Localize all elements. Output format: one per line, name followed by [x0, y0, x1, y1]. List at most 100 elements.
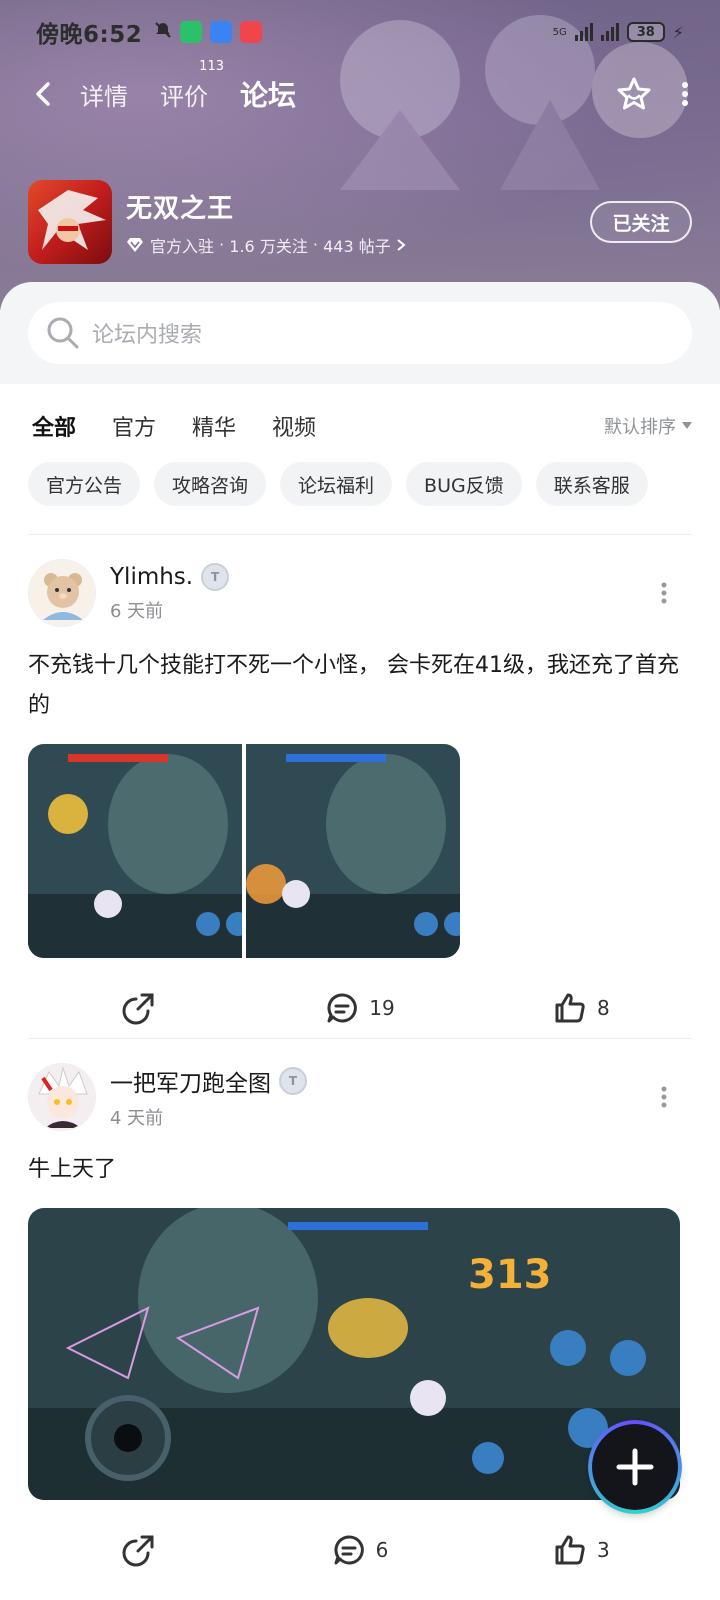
- chip-customer-service[interactable]: 联系客服: [535, 462, 648, 506]
- filter-tab-all[interactable]: 全部: [32, 410, 76, 445]
- chip-bug-report[interactable]: BUG反馈: [406, 462, 522, 506]
- post-actions: 6 3: [28, 1522, 692, 1578]
- share-icon: [122, 1535, 154, 1567]
- like-button[interactable]: 8: [471, 991, 692, 1025]
- signal-icon: [574, 23, 593, 41]
- comment-count: 19: [369, 996, 395, 1020]
- author-name[interactable]: Ylimhs. T: [110, 563, 230, 591]
- tab-reviews-label: 评价: [160, 82, 208, 111]
- status-bar: 傍晚6:52 5G 38 ⚡: [0, 0, 720, 64]
- search-placeholder: 论坛内搜索: [92, 323, 203, 348]
- post-text[interactable]: 不充钱十几个技能打不死一个小怪， 会卡死在41级，我还充了首充的: [28, 646, 692, 726]
- wechat-icon: [180, 21, 203, 43]
- post-time: 6 天前: [110, 601, 164, 622]
- post-header: 一把军刀跑全图 T 4 天前: [28, 1062, 692, 1132]
- news-app-icon: [240, 21, 263, 43]
- more-menu-icon[interactable]: [680, 80, 690, 108]
- author-block: Ylimhs. T 6 天前: [110, 563, 230, 623]
- post-images: [28, 744, 692, 958]
- status-time: 傍晚6:52: [36, 22, 143, 48]
- mute-icon: [154, 21, 172, 43]
- game-meta: 无双之王 官方入驻 · 1.6 万关注 · 443 帖子: [126, 188, 407, 257]
- top-nav: 详情 评价 113 论坛: [0, 59, 720, 124]
- post-image[interactable]: 313: [28, 1208, 680, 1500]
- thumbs-up-icon: [555, 1535, 585, 1565]
- avatar[interactable]: [28, 1063, 96, 1131]
- followers-count: 1.6 万关注: [229, 236, 308, 256]
- comment-icon: [327, 993, 358, 1023]
- post-image[interactable]: [28, 744, 242, 958]
- post-image[interactable]: [246, 744, 460, 958]
- like-button[interactable]: 3: [471, 1533, 692, 1567]
- post-more-icon[interactable]: [660, 581, 668, 605]
- chip-guides[interactable]: 攻略咨询: [154, 462, 267, 506]
- share-button[interactable]: [28, 1533, 249, 1567]
- avatar[interactable]: [28, 559, 96, 627]
- share-button[interactable]: [28, 991, 249, 1025]
- filter-tab-video[interactable]: 视频: [272, 410, 316, 442]
- user-level-badge-icon: T: [279, 1067, 307, 1095]
- comment-button[interactable]: 6: [249, 1533, 470, 1567]
- back-icon[interactable]: [30, 80, 58, 108]
- filter-tab-official[interactable]: 官方: [112, 410, 156, 442]
- status-right: 5G 38 ⚡: [553, 22, 684, 42]
- forum-content: 全部 官方 精华 视频 默认排序 官方公告 攻略咨询 论坛福利 BUG反馈 联系…: [0, 384, 720, 1600]
- author-block: 一把军刀跑全图 T 4 天前: [110, 1064, 307, 1130]
- game-title: 无双之王: [126, 193, 235, 224]
- status-notification-icons: [154, 21, 263, 43]
- chevron-right-icon: [397, 238, 406, 251]
- sort-label: 默认排序: [604, 417, 676, 438]
- signal-icon-2: [600, 23, 619, 41]
- game-app-icon[interactable]: [28, 180, 112, 264]
- sort-dropdown[interactable]: 默认排序: [604, 413, 692, 439]
- separator-dot-2: ·: [307, 235, 324, 254]
- filter-tabs: 全部 官方 精华 视频 默认排序: [32, 404, 692, 448]
- search-bar[interactable]: 论坛内搜索: [28, 302, 692, 364]
- diamond-verified-icon: [127, 237, 143, 252]
- chip-announcements[interactable]: 官方公告: [28, 462, 141, 506]
- filter-tab-featured[interactable]: 精华: [192, 410, 236, 442]
- like-count: 8: [596, 996, 610, 1020]
- divider: [28, 1038, 692, 1039]
- author-name-text: 一把军刀跑全图: [110, 1071, 271, 1097]
- posts-count: 443 帖子: [323, 236, 391, 256]
- game-info: 无双之王 官方入驻 · 1.6 万关注 · 443 帖子 已关注: [28, 180, 692, 264]
- author-name[interactable]: 一把军刀跑全图 T: [110, 1064, 307, 1098]
- chip-welfare[interactable]: 论坛福利: [280, 462, 393, 506]
- game-stats[interactable]: 官方入驻 · 1.6 万关注 · 443 帖子: [126, 233, 407, 257]
- share-icon: [122, 993, 154, 1025]
- search-icon: [47, 317, 79, 349]
- star-favorite-icon[interactable]: [616, 76, 652, 112]
- separator-dot: ·: [214, 235, 230, 254]
- post-actions: 19 8: [28, 980, 692, 1036]
- video-app-icon: [210, 21, 233, 43]
- forum-header-banner: 傍晚6:52 5G 38 ⚡ 详情 评价 113 论坛 无双之王 官方入驻 · …: [0, 0, 720, 310]
- tab-forum[interactable]: 论坛: [237, 74, 299, 114]
- divider: [28, 534, 692, 535]
- comment-button[interactable]: 19: [249, 991, 470, 1025]
- charging-icon: ⚡: [672, 22, 684, 42]
- thumbs-up-icon: [555, 993, 585, 1023]
- category-chips: 官方公告 攻略咨询 论坛福利 BUG反馈 联系客服: [28, 462, 698, 506]
- post-card[interactable]: 一把军刀跑全图 T 4 天前 牛上天了 313 6 3: [28, 1062, 692, 1578]
- caret-down-icon: [682, 422, 692, 429]
- post-header: Ylimhs. T 6 天前: [28, 558, 692, 628]
- forum-sheet: 论坛内搜索 全部 官方 精华 视频 默认排序 官方公告 攻略咨询 论坛福利 BU…: [0, 282, 720, 1600]
- plus-icon: [616, 1448, 654, 1486]
- post-card[interactable]: Ylimhs. T 6 天前 不充钱十几个技能打不死一个小怪， 会卡死在41级，…: [28, 558, 692, 1036]
- post-more-icon[interactable]: [660, 1085, 668, 1109]
- user-level-badge-icon: T: [201, 563, 230, 591]
- official-label: 官方入驻: [150, 236, 215, 256]
- post-text[interactable]: 牛上天了: [28, 1150, 692, 1190]
- tab-details[interactable]: 详情: [80, 77, 128, 112]
- like-count: 3: [596, 1538, 610, 1562]
- battery-icon: 38: [626, 22, 665, 42]
- post-time: 4 天前: [110, 1108, 164, 1129]
- tab-reviews[interactable]: 评价 113: [160, 59, 224, 112]
- create-post-button[interactable]: [592, 1424, 678, 1510]
- comment-icon: [334, 1535, 364, 1565]
- following-button[interactable]: 已关注: [590, 201, 692, 243]
- nav-actions: [616, 76, 690, 112]
- comment-count: 6: [375, 1538, 389, 1562]
- network-label: 5G: [552, 26, 567, 38]
